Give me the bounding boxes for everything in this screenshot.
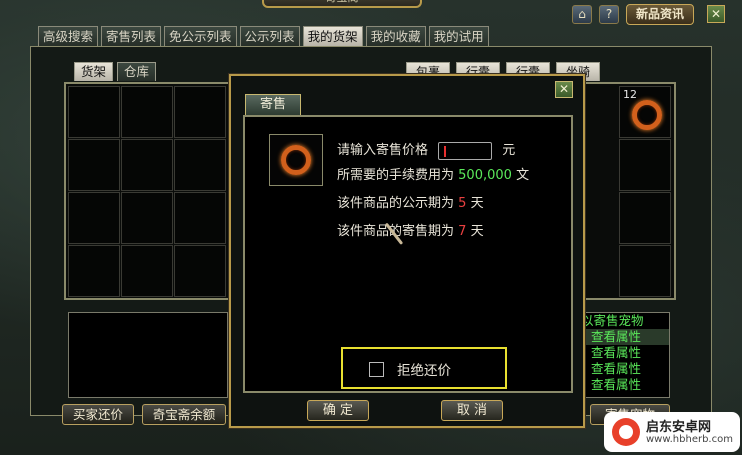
publicity-row: 该件商品的公示期为 5 天 bbox=[337, 192, 484, 211]
close-window-button[interactable]: ✕ bbox=[707, 5, 725, 23]
subtab-warehouse[interactable]: 仓库 bbox=[117, 62, 157, 81]
grid-slot[interactable] bbox=[68, 86, 120, 138]
consign-period-row: 该件商品的寄售期为 7 天 bbox=[337, 220, 484, 239]
shelf-subtabs: 货架 仓库 bbox=[74, 62, 157, 81]
item-count: 12 bbox=[623, 88, 637, 101]
watermark-url: www.hbherb.com bbox=[646, 434, 733, 445]
bag-slot[interactable] bbox=[619, 139, 671, 191]
dialog-close-button[interactable]: ✕ bbox=[555, 81, 573, 98]
fee-row: 所需要的手续费用为 500,000 文 bbox=[337, 164, 529, 183]
grid-slot[interactable] bbox=[174, 139, 226, 191]
fire-ring-item-icon bbox=[632, 100, 662, 130]
bag-slot[interactable] bbox=[619, 192, 671, 244]
dialog-body: 请输入寄售价格 元 所需要的手续费用为 500,000 文 该件商品的公示期为 … bbox=[243, 115, 573, 393]
publicity-unit: 天 bbox=[470, 196, 484, 211]
reject-counter-checkbox[interactable] bbox=[369, 362, 384, 377]
grid-slot[interactable] bbox=[121, 86, 173, 138]
publicity-days: 5 bbox=[458, 196, 467, 211]
text-caret bbox=[444, 145, 447, 157]
watermark-text: 启东安卓网 bbox=[646, 420, 712, 435]
pet-list: 以寄售宠物 查看属性 查看属性 查看属性 查看属性 bbox=[578, 312, 670, 398]
item-preview bbox=[269, 134, 323, 186]
grid-slot[interactable] bbox=[174, 192, 226, 244]
grid-slot[interactable] bbox=[174, 245, 226, 297]
description-box bbox=[68, 312, 228, 398]
list-item[interactable]: 以寄售宠物 bbox=[579, 313, 669, 329]
confirm-button[interactable]: 确 定 bbox=[307, 400, 369, 421]
list-item[interactable]: 查看属性 bbox=[579, 377, 669, 393]
consign-days: 7 bbox=[458, 224, 467, 239]
grid-slot[interactable] bbox=[174, 86, 226, 138]
tab-consign-list[interactable]: 寄售列表 bbox=[101, 26, 162, 46]
fee-label: 所需要的手续费用为 bbox=[337, 168, 455, 183]
reject-counter-label[interactable]: 拒绝还价 bbox=[397, 359, 451, 379]
tab-my-trial[interactable]: 我的试用 bbox=[428, 26, 489, 46]
top-bar: 奇宝阁 ⌂ ? 新品资讯 ✕ bbox=[0, 0, 742, 26]
main-tabs: 高级搜索 寄售列表 免公示列表 公示列表 我的货架 我的收藏 我的试用 bbox=[38, 26, 489, 46]
balance-button[interactable]: 奇宝斋余额 bbox=[142, 404, 226, 425]
reject-counter-highlight: 拒绝还价 bbox=[341, 347, 507, 389]
price-row: 请输入寄售价格 元 bbox=[337, 139, 515, 160]
price-input[interactable] bbox=[438, 141, 493, 160]
grid-slot[interactable] bbox=[68, 192, 120, 244]
window-title: 奇宝阁 bbox=[262, 0, 422, 8]
grid-slot[interactable] bbox=[68, 245, 120, 297]
consign-dialog: ✕ 寄售 请输入寄售价格 元 所需要的手续费用为 500,000 文 该件商品的… bbox=[229, 74, 585, 428]
dialog-tab-consign[interactable]: 寄售 bbox=[245, 94, 301, 115]
publicity-label: 该件商品的公示期为 bbox=[337, 196, 455, 211]
list-item[interactable]: 查看属性 bbox=[579, 329, 669, 345]
list-item[interactable]: 查看属性 bbox=[579, 345, 669, 361]
tab-free-publicity-list[interactable]: 免公示列表 bbox=[164, 26, 237, 46]
grid-slot[interactable] bbox=[121, 245, 173, 297]
home-icon[interactable]: ⌂ bbox=[572, 5, 592, 24]
buyer-counter-offer-button[interactable]: 买家还价 bbox=[62, 404, 134, 425]
grid-slot[interactable] bbox=[121, 192, 173, 244]
cancel-button[interactable]: 取 消 bbox=[441, 400, 503, 421]
tab-advanced-search[interactable]: 高级搜索 bbox=[38, 26, 99, 46]
price-prompt: 请输入寄售价格 bbox=[337, 143, 429, 158]
grid-slot[interactable] bbox=[121, 139, 173, 191]
consign-unit: 天 bbox=[470, 224, 484, 239]
grid-slot[interactable] bbox=[68, 139, 120, 191]
help-button[interactable]: ? bbox=[599, 5, 619, 24]
subtab-shelf[interactable]: 货架 bbox=[74, 62, 114, 81]
price-unit: 元 bbox=[502, 143, 516, 158]
bag-slot-with-item[interactable]: 12 bbox=[619, 86, 671, 138]
tab-my-favorites[interactable]: 我的收藏 bbox=[365, 26, 426, 46]
list-item[interactable]: 查看属性 bbox=[579, 361, 669, 377]
fee-value: 500,000 bbox=[458, 168, 512, 183]
news-button[interactable]: 新品资讯 bbox=[626, 4, 694, 25]
fee-unit: 文 bbox=[516, 168, 530, 183]
watermark: 启东安卓网 www.hbherb.com bbox=[604, 412, 740, 452]
bag-slot[interactable] bbox=[619, 245, 671, 297]
tab-my-shelf[interactable]: 我的货架 bbox=[302, 26, 363, 46]
tab-publicity-list[interactable]: 公示列表 bbox=[239, 26, 300, 46]
fire-ring-item-icon bbox=[281, 145, 311, 175]
watermark-logo-icon bbox=[612, 418, 640, 446]
